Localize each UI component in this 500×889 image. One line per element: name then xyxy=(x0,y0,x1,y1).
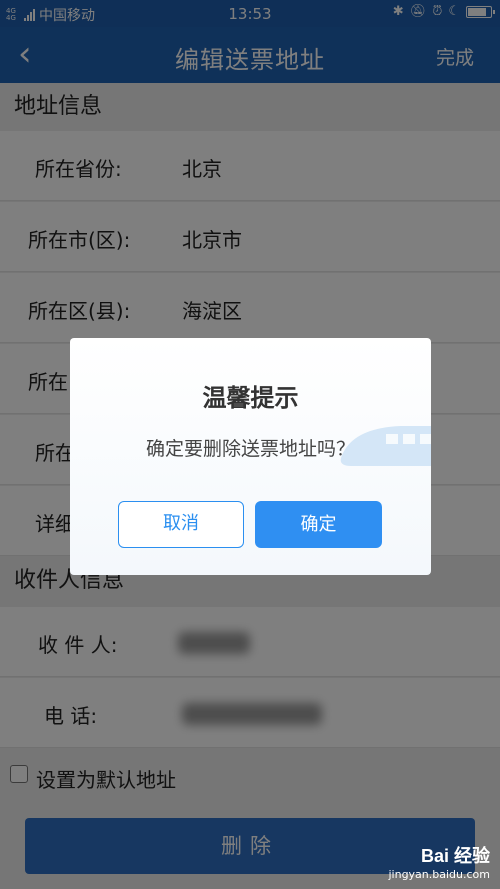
baidu-jingyan-watermark: Bai 经验 jingyan.baidu.com xyxy=(388,842,490,881)
watermark-logo: Bai 经验 xyxy=(420,846,490,866)
dialog-message: 确定要删除送票地址吗？ xyxy=(145,438,355,460)
watermark-url: jingyan.baidu.com xyxy=(388,868,490,881)
dialog-title: 温馨提示 xyxy=(202,384,299,412)
cancel-button[interactable]: 取消 xyxy=(118,501,244,548)
confirm-dialog: 温馨提示 确定要删除送票地址吗？ 取消 确定 xyxy=(70,338,431,575)
confirm-button[interactable]: 确定 xyxy=(255,501,382,548)
